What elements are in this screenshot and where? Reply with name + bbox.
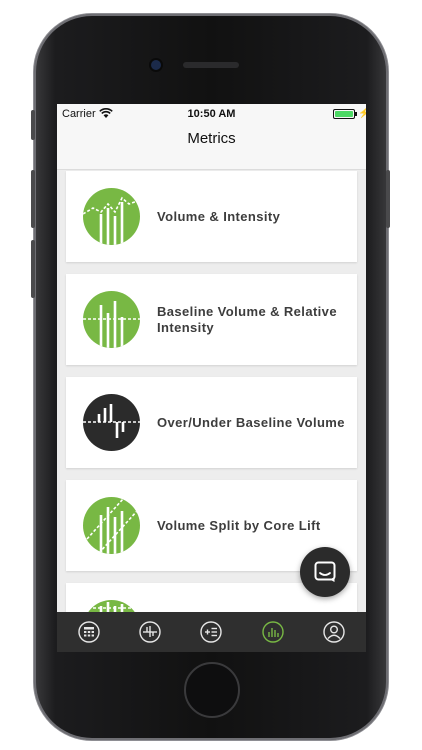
mute-switch xyxy=(31,110,35,140)
add-list-icon[interactable] xyxy=(200,621,222,643)
battery-tip xyxy=(355,112,357,116)
chat-button[interactable] xyxy=(300,547,350,597)
status-bar: Carrier 10:50 AM ⚡ xyxy=(57,104,366,124)
bar-chart-icon[interactable] xyxy=(262,621,284,643)
page-title: Metrics xyxy=(187,130,236,147)
status-time: 10:50 AM xyxy=(187,108,236,120)
baseline-icon[interactable] xyxy=(139,621,161,643)
app-screen: Carrier 10:50 AM ⚡ Metrics Volume & Inte… xyxy=(57,104,366,652)
power-button xyxy=(386,170,390,228)
baseline-volume-icon xyxy=(83,291,140,348)
charging-icon: ⚡ xyxy=(358,108,366,119)
navigation-bar: Metrics xyxy=(57,124,366,170)
home-button[interactable] xyxy=(184,662,240,718)
profile-icon[interactable] xyxy=(323,621,345,643)
over-under-baseline-icon xyxy=(83,394,140,451)
volume-down-button xyxy=(31,240,35,298)
metric-card-volume-intensity[interactable]: Volume & Intensity xyxy=(66,171,357,262)
metric-card-over-under-baseline[interactable]: Over/Under Baseline Volume xyxy=(66,377,357,468)
metric-label: Baseline Volume & Relative Intensity xyxy=(157,303,337,335)
front-camera xyxy=(151,60,161,70)
metric-card-baseline-volume[interactable]: Baseline Volume & Relative Intensity xyxy=(66,274,357,365)
tab-bar xyxy=(57,612,366,652)
calculator-icon[interactable] xyxy=(78,621,100,643)
volume-split-icon xyxy=(83,497,140,554)
metric-label: Over/Under Baseline Volume xyxy=(157,414,345,430)
volume-up-button xyxy=(31,170,35,228)
metric-label: Volume & Intensity xyxy=(157,208,281,224)
volume-intensity-icon xyxy=(83,188,140,245)
earpiece-speaker xyxy=(183,62,239,68)
chat-icon xyxy=(314,561,336,582)
battery-icon xyxy=(333,109,355,119)
